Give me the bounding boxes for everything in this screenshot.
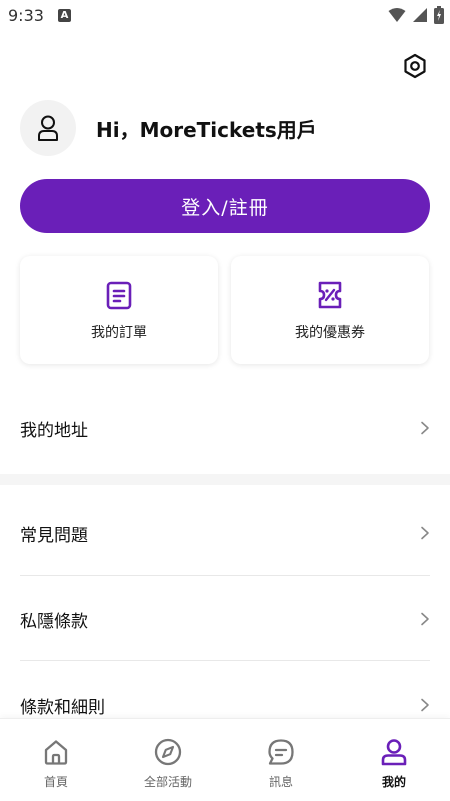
profile-header: Hi，MoreTickets用戶 — [20, 100, 317, 156]
menu-item-label: 我的地址 — [20, 420, 88, 441]
menu-item-label: 私隱條款 — [20, 611, 88, 632]
chevron-right-icon — [421, 421, 429, 435]
nav-label: 訊息 — [268, 775, 293, 789]
wifi-icon — [388, 8, 406, 22]
menu-item-label: 常見問題 — [20, 525, 88, 546]
signal-icon — [413, 8, 427, 22]
battery-icon — [434, 6, 444, 24]
nav-label: 我的 — [381, 775, 406, 789]
status-bar: 9:33 A — [0, 0, 450, 32]
nav-all-events[interactable]: 全部活動 — [112, 737, 224, 790]
menu-item-faq[interactable]: 常見問題 — [20, 513, 430, 553]
login-register-button[interactable]: 登入/註冊 — [20, 179, 430, 233]
chevron-right-icon — [421, 526, 429, 540]
nav-messages[interactable]: 訊息 — [225, 737, 337, 790]
nav-label: 首頁 — [43, 775, 68, 789]
nav-me[interactable]: 我的 — [338, 737, 450, 790]
status-time: 9:33 — [8, 6, 44, 25]
bottom-navigation: 首頁 全部活動 訊息 我的 — [0, 718, 450, 801]
user-icon — [38, 115, 58, 141]
my-coupons-label: 我的優惠券 — [295, 325, 365, 341]
menu-item-label: 條款和細則 — [20, 697, 105, 718]
row-divider — [20, 660, 430, 661]
section-divider — [0, 474, 450, 485]
greeting-text: Hi，MoreTickets用戶 — [96, 117, 317, 142]
my-coupons-card[interactable]: 我的優惠券 — [231, 256, 429, 364]
chat-icon — [268, 739, 294, 765]
nav-home[interactable]: 首頁 — [0, 737, 112, 790]
home-icon — [44, 740, 68, 765]
person-icon — [381, 739, 407, 766]
compass-icon — [154, 738, 182, 766]
my-orders-card[interactable]: 我的訂單 — [20, 256, 218, 364]
chevron-right-icon — [421, 698, 429, 712]
nav-label: 全部活動 — [143, 775, 192, 789]
chevron-right-icon — [421, 612, 429, 626]
notification-icon: A — [58, 9, 71, 22]
settings-hexagon-icon — [404, 53, 426, 79]
clipboard-icon — [106, 281, 132, 310]
menu-item-address[interactable]: 我的地址 — [20, 408, 430, 448]
coupon-icon — [318, 281, 342, 309]
system-icons — [388, 6, 444, 24]
settings-button[interactable] — [401, 52, 429, 80]
menu-item-privacy[interactable]: 私隱條款 — [20, 599, 430, 639]
my-orders-label: 我的訂單 — [91, 325, 147, 341]
avatar[interactable] — [20, 100, 76, 156]
row-divider — [20, 575, 430, 576]
